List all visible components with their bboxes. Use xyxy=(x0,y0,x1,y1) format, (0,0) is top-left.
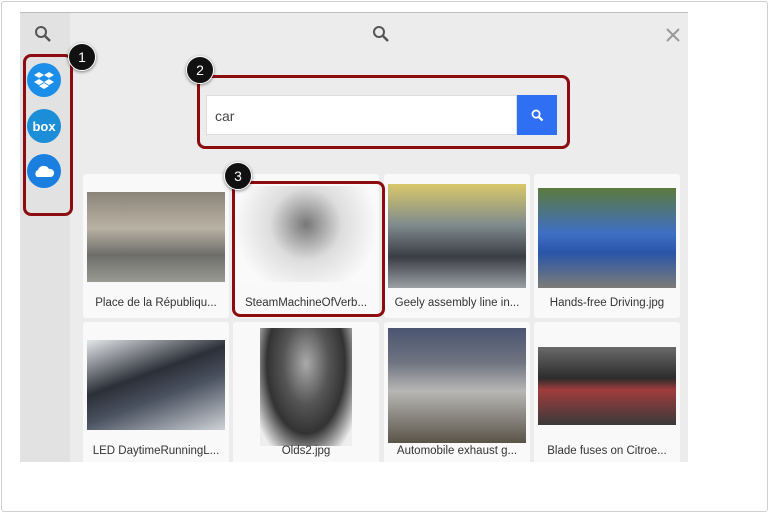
result-card[interactable]: Olds2.jpg xyxy=(233,322,379,462)
result-caption: Automobile exhaust g... xyxy=(396,445,518,457)
result-caption: Blade fuses on Citroe... xyxy=(547,445,667,457)
result-card[interactable]: Geely assembly line in... xyxy=(384,174,530,318)
result-thumbnail xyxy=(388,328,526,443)
search-icon xyxy=(373,26,389,42)
highlight-result xyxy=(232,181,385,317)
callout-3: 3 xyxy=(224,162,252,190)
result-card[interactable]: Place de la Républiqu... xyxy=(83,174,229,318)
result-card[interactable]: Hands-free Driving.jpg xyxy=(534,174,680,318)
result-card[interactable]: Automobile exhaust g... xyxy=(384,322,530,462)
result-thumbnail xyxy=(538,188,676,288)
result-caption: Olds2.jpg xyxy=(281,445,331,457)
result-thumbnail xyxy=(87,340,225,430)
result-caption: Hands-free Driving.jpg xyxy=(549,297,665,309)
result-caption: LED DaytimeRunningL... xyxy=(92,445,220,457)
close-icon[interactable] xyxy=(666,28,680,42)
result-thumbnail xyxy=(538,347,676,425)
search-icon[interactable] xyxy=(34,25,52,43)
result-caption: Place de la Républiqu... xyxy=(95,297,217,309)
callout-2: 2 xyxy=(186,56,214,84)
result-caption: Geely assembly line in... xyxy=(394,297,520,309)
highlight-services xyxy=(23,54,73,216)
result-thumbnail xyxy=(260,328,352,446)
result-thumbnail xyxy=(87,192,225,282)
result-card[interactable]: Blade fuses on Citroe... xyxy=(534,322,680,462)
highlight-search xyxy=(197,75,570,149)
result-thumbnail xyxy=(388,184,526,288)
result-card[interactable]: LED DaytimeRunningL... xyxy=(83,322,229,462)
callout-1: 1 xyxy=(68,43,96,71)
